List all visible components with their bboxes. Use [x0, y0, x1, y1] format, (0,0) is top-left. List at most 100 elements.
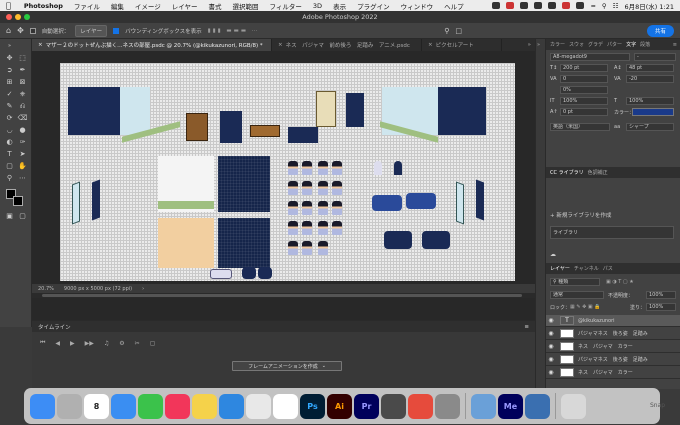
tab-close-icon[interactable]: × [428, 42, 433, 48]
wifi-icon[interactable]: ≈ [590, 2, 595, 10]
close-window-icon[interactable] [6, 14, 12, 20]
layer-row[interactable]: ◉ ネス パジャマ カラー [546, 367, 680, 379]
menu-filter[interactable]: フィルター [270, 1, 302, 11]
minimize-window-icon[interactable] [15, 14, 21, 20]
media-encoder-icon[interactable]: Me [498, 393, 523, 419]
lasso-tool-icon[interactable]: ➲ [4, 65, 15, 75]
panel-menu-icon[interactable]: ≡ [673, 42, 677, 48]
safari-icon[interactable] [219, 393, 244, 419]
play-icon[interactable]: ▶ [70, 340, 75, 347]
visibility-eye-icon[interactable]: ◉ [546, 343, 556, 350]
tracking-field[interactable]: 0 [560, 75, 608, 83]
leading-field[interactable]: 48 pt [626, 64, 674, 72]
canvas-area[interactable] [32, 51, 535, 284]
launchpad-icon[interactable] [57, 393, 82, 419]
visibility-eye-icon[interactable]: ◉ [546, 330, 556, 337]
layer-kind-filter[interactable]: ⚲ 種類 [550, 278, 600, 286]
tab-swatches[interactable]: スウォ [569, 41, 584, 48]
tab-nes-pajama[interactable]: × ネス パジャマ 前め後ろ 足踏み アニメ.psdc [272, 39, 422, 51]
type-tool-icon[interactable]: T [4, 149, 15, 159]
battery-icon[interactable] [576, 2, 585, 9]
visibility-eye-icon[interactable]: ◉ [546, 369, 556, 376]
status-icon-2[interactable] [506, 2, 515, 9]
layer-row[interactable]: ◉ パジャマネス 後ろ姿 足踏み [546, 328, 680, 340]
apple-icon[interactable]:  [6, 1, 11, 10]
document-canvas[interactable] [60, 63, 515, 281]
language-select[interactable]: 英語（米国） [550, 123, 610, 131]
tab-layers[interactable]: レイヤー [550, 265, 570, 272]
calendar-icon[interactable]: 8 [84, 393, 109, 419]
status-icon-3[interactable] [520, 2, 529, 9]
illustrator-icon[interactable]: Ai [327, 393, 352, 419]
photoshop-icon[interactable]: Ps [300, 393, 325, 419]
font-family-select[interactable]: A8-megadot9 [550, 53, 630, 61]
tab-nes-room[interactable]: × マザー２のドットぜんぶ描く…ネスの部屋.psdc @ 20.7% (@kik… [32, 39, 272, 51]
menu-layer[interactable]: レイヤー [172, 1, 198, 11]
layer-row[interactable]: ◉ T @kikukazunori [546, 315, 680, 327]
premiere-icon[interactable]: Pr [354, 393, 379, 419]
menu-file[interactable]: ファイル [74, 1, 100, 11]
autoselect-checkbox[interactable] [29, 27, 36, 34]
menu-3d[interactable]: 3D [313, 2, 322, 10]
menu-view[interactable]: 表示 [333, 1, 346, 11]
tab-character[interactable]: 文字 [626, 41, 636, 48]
quick-mask-icon[interactable]: ▣ [4, 211, 15, 221]
dropdown-icon[interactable]: ⌄ [322, 363, 326, 369]
mail-icon[interactable] [111, 393, 136, 419]
visibility-eye-icon[interactable]: ◉ [546, 317, 556, 324]
evernote-icon[interactable] [273, 393, 298, 419]
status-icon-5[interactable] [548, 2, 557, 9]
workspace-icon[interactable]: □ [455, 27, 462, 35]
control-center-icon[interactable]: ☷ [613, 2, 619, 10]
creative-cloud-icon[interactable] [408, 393, 433, 419]
tab-color[interactable]: カラー [550, 41, 565, 48]
align-icons[interactable]: ▮▮▮ ▬▬▬ ⋯ [208, 28, 260, 34]
finder-icon[interactable] [30, 393, 55, 419]
menu-select[interactable]: 選択範囲 [233, 1, 259, 11]
fill-field[interactable]: 100% [646, 303, 676, 311]
brush-tool-icon[interactable]: ✎ [4, 101, 15, 111]
baseline-field[interactable]: 0 pt [560, 108, 608, 116]
tab-pixel-art[interactable]: × ピクセルアート [422, 39, 502, 51]
paint-bucket-icon[interactable]: ◡ [4, 125, 15, 135]
tab-pattern[interactable]: パター [607, 41, 622, 48]
preview-icon[interactable] [471, 393, 496, 419]
screen-mode-icon[interactable]: ▢ [17, 211, 28, 221]
system-preferences-icon[interactable] [435, 393, 460, 419]
menu-type[interactable]: 書式 [209, 1, 222, 11]
antialias-select[interactable]: シャープ [626, 123, 674, 131]
bbox-checkbox[interactable] [113, 27, 120, 34]
path-select-icon[interactable]: ➤ [17, 149, 28, 159]
tab-adjustments[interactable]: 色調補正 [588, 169, 608, 176]
font-size-field[interactable]: 200 pt [560, 64, 608, 72]
audio-icon[interactable]: ♫ [104, 340, 109, 347]
layer-row[interactable]: ◉ ネス パジャマ カラー [546, 341, 680, 353]
zoom-level[interactable]: 20.7% [38, 286, 54, 292]
tabs-overflow-icon[interactable]: » [528, 42, 535, 48]
collapse-icon[interactable]: » [4, 41, 15, 51]
horizontal-scale-field[interactable]: 100% [626, 97, 674, 105]
create-frame-animation-button[interactable]: フレームアニメーションを作成 ⌄ [232, 361, 342, 371]
search-icon[interactable]: ⚲ [602, 2, 607, 10]
share-button[interactable]: 共有 [646, 24, 674, 37]
move-tool-icon[interactable]: ✥ [17, 26, 24, 35]
split-icon[interactable]: ✂ [135, 340, 140, 347]
notes-icon[interactable] [192, 393, 217, 419]
tab-paragraph[interactable]: 段落 [640, 41, 650, 48]
move-tool-icon[interactable]: ✥ [4, 53, 15, 63]
opacity-field[interactable]: 100% [646, 291, 676, 299]
layer-row[interactable]: ◉ パジャマネス 後ろ姿 足踏み [546, 354, 680, 366]
tsume-field[interactable]: 0% [560, 86, 608, 94]
status-icon-1[interactable] [492, 2, 501, 9]
status-icon-4[interactable] [534, 2, 543, 9]
tab-paths[interactable]: パス [603, 265, 613, 272]
zoom-window-icon[interactable] [24, 14, 30, 20]
status-chevron-icon[interactable]: › [142, 286, 144, 292]
shape-tool-icon[interactable]: ▢ [4, 161, 15, 171]
history-brush-icon[interactable]: ⟳ [4, 113, 15, 123]
stamp-tool-icon[interactable]: ⎌ [17, 101, 28, 111]
blend-mode-select[interactable]: 通常 [550, 291, 604, 299]
menu-plugins[interactable]: プラグイン [357, 1, 390, 11]
settings-icon[interactable]: ⚙ [119, 340, 124, 347]
app-menu[interactable]: Photoshop [24, 2, 63, 10]
